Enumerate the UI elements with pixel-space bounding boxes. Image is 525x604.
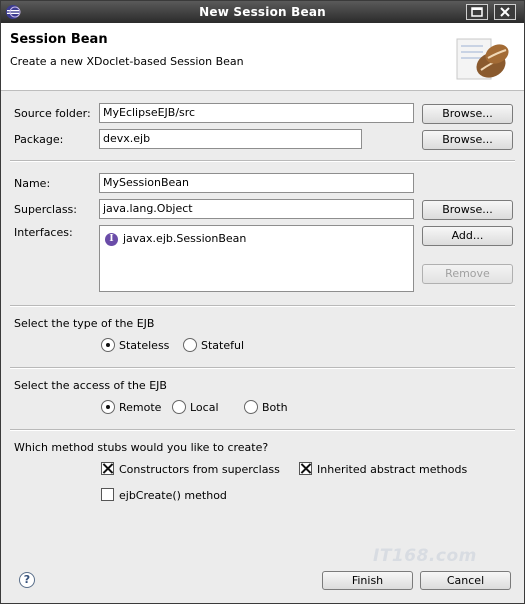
- watermark: IT168.com: [373, 546, 477, 566]
- interfaces-label: Interfaces:: [14, 226, 73, 239]
- both-label: Both: [262, 401, 288, 414]
- dialog-window: New Session Bean Session Bean Create a n…: [0, 0, 525, 604]
- inherited-abstract-label: Inherited abstract methods: [317, 463, 468, 476]
- constructors-label: Constructors from superclass: [119, 463, 280, 476]
- interfaces-list[interactable]: I javax.ejb.SessionBean: [99, 225, 414, 292]
- remote-label: Remote: [119, 401, 162, 414]
- interface-name: javax.ejb.SessionBean: [123, 232, 247, 245]
- add-interface-button[interactable]: Add...: [422, 226, 513, 246]
- package-field[interactable]: devx.ejb: [99, 129, 362, 149]
- superclass-label: Superclass:: [14, 203, 77, 216]
- ejbcreate-label: ejbCreate() method: [119, 489, 227, 502]
- ejbcreate-checkbox[interactable]: [101, 488, 114, 501]
- source-folder-label: Source folder:: [14, 107, 91, 120]
- close-button[interactable]: [494, 4, 516, 20]
- maximize-button[interactable]: [466, 4, 488, 20]
- stateful-radio[interactable]: [183, 338, 197, 352]
- both-radio[interactable]: [244, 400, 258, 414]
- superclass-field[interactable]: java.lang.Object: [99, 199, 414, 219]
- interface-icon: I: [105, 233, 118, 246]
- package-browse-button[interactable]: Browse...: [422, 130, 513, 150]
- constructors-checkbox[interactable]: [101, 462, 114, 475]
- ejb-access-prompt: Select the access of the EJB: [14, 379, 167, 392]
- list-item[interactable]: I javax.ejb.SessionBean: [100, 228, 400, 248]
- window-title: New Session Bean: [199, 5, 326, 19]
- wizard-header: Session Bean Create a new XDoclet-based …: [1, 23, 524, 91]
- remove-interface-button[interactable]: Remove: [422, 264, 513, 284]
- separator: [10, 429, 515, 431]
- stateful-label: Stateful: [201, 339, 245, 352]
- help-icon[interactable]: ?: [19, 572, 35, 588]
- separator: [10, 367, 515, 369]
- maximize-icon: [471, 7, 483, 17]
- cancel-button[interactable]: Cancel: [420, 571, 511, 590]
- title-bar: New Session Bean: [1, 1, 524, 23]
- header-description: Create a new XDoclet-based Session Bean: [10, 55, 244, 68]
- local-radio[interactable]: [172, 400, 186, 414]
- source-folder-field[interactable]: MyEclipseEJB/src: [99, 103, 414, 123]
- superclass-browse-button[interactable]: Browse...: [422, 200, 513, 220]
- close-icon: [500, 7, 510, 17]
- local-label: Local: [190, 401, 219, 414]
- finish-button[interactable]: Finish: [322, 571, 413, 590]
- source-folder-browse-button[interactable]: Browse...: [422, 104, 513, 124]
- package-label: Package:: [14, 133, 64, 146]
- bean-icon: [456, 38, 509, 80]
- inherited-abstract-checkbox[interactable]: [299, 462, 312, 475]
- ejb-type-prompt: Select the type of the EJB: [14, 317, 155, 330]
- header-title: Session Bean: [10, 32, 108, 47]
- stateless-radio[interactable]: [101, 338, 115, 352]
- name-label: Name:: [14, 177, 51, 190]
- separator: [10, 160, 515, 162]
- separator: [10, 305, 515, 307]
- stateless-label: Stateless: [119, 339, 170, 352]
- name-field[interactable]: MySessionBean: [99, 173, 414, 193]
- remote-radio[interactable]: [101, 400, 115, 414]
- stubs-prompt: Which method stubs would you like to cre…: [14, 441, 269, 454]
